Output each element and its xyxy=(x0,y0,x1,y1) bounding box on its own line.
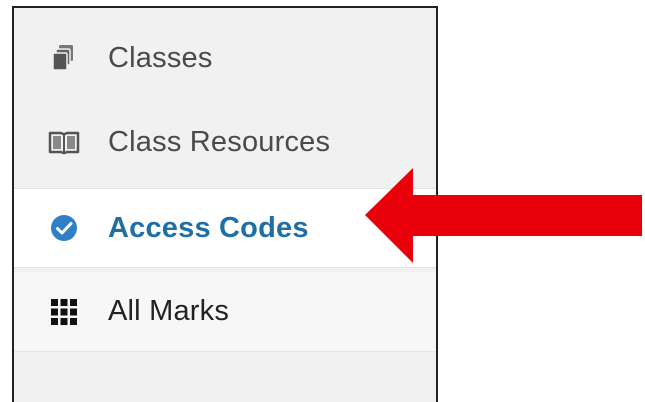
classes-stack-icon xyxy=(48,42,80,74)
grid-icon xyxy=(48,296,80,328)
check-circle-icon xyxy=(48,212,80,244)
nav-item-label: All Marks xyxy=(108,295,230,327)
nav-item-all-marks[interactable]: All Marks xyxy=(14,272,436,352)
nav-item-label: Access Codes xyxy=(108,211,309,244)
nav-item-label: Classes xyxy=(108,41,213,74)
red-pointer-arrow xyxy=(365,168,642,263)
nav-item-classes[interactable]: Classes xyxy=(14,20,436,96)
nav-item-label: Class Resources xyxy=(108,125,331,158)
open-book-icon xyxy=(48,126,80,158)
